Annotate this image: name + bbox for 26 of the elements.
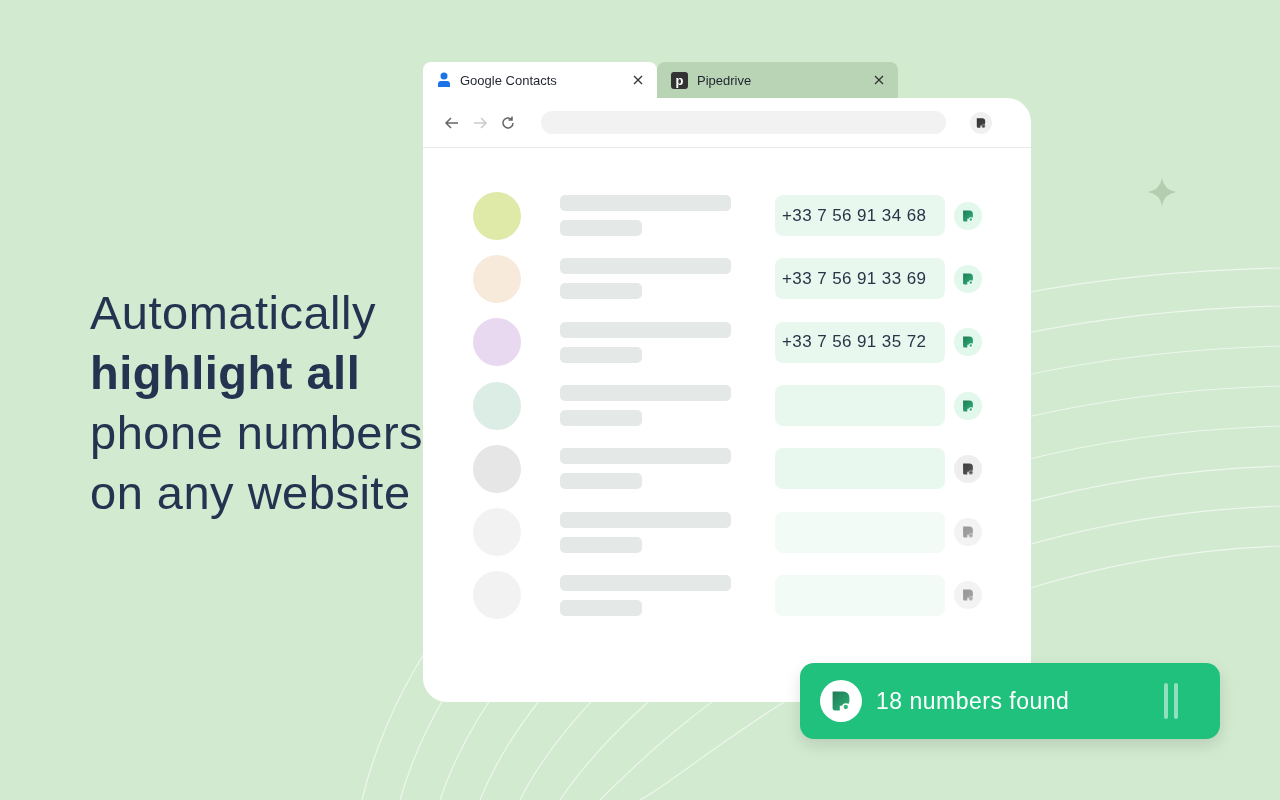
logo-icon (961, 461, 975, 476)
person-icon (437, 72, 451, 88)
sparkle-icon (1148, 178, 1176, 206)
extension-badge[interactable] (954, 201, 982, 230)
extension-badge[interactable] (954, 328, 982, 357)
logo-icon (961, 525, 975, 540)
toast-text: 18 numbers found (876, 687, 1071, 715)
headline-text: Automatically highlight all phone numbers on any website (90, 285, 425, 521)
logo-icon (961, 335, 975, 350)
phone-number-highlight: +33 7 56 91 33 69 (775, 258, 945, 300)
logo-icon (975, 116, 987, 129)
logo-icon (961, 588, 975, 603)
phone-number-highlight: +33 7 56 91 34 68 (775, 195, 945, 237)
extension-badge[interactable] (954, 454, 982, 483)
logo-icon (961, 208, 975, 223)
extension-badge[interactable] (954, 391, 982, 420)
close-icon[interactable] (874, 75, 884, 85)
browser-tab[interactable]: Google Contacts (423, 62, 657, 98)
logo-icon (961, 271, 975, 286)
extension-badge[interactable] (954, 264, 982, 293)
app-logo: p (671, 71, 688, 89)
browser-tab[interactable]: p Pipedrive (657, 62, 898, 98)
close-icon[interactable] (633, 75, 643, 85)
extension-button[interactable] (970, 111, 992, 134)
phone-number-highlight: +33 7 56 91 35 72 (775, 321, 945, 363)
logo-icon (961, 398, 975, 413)
